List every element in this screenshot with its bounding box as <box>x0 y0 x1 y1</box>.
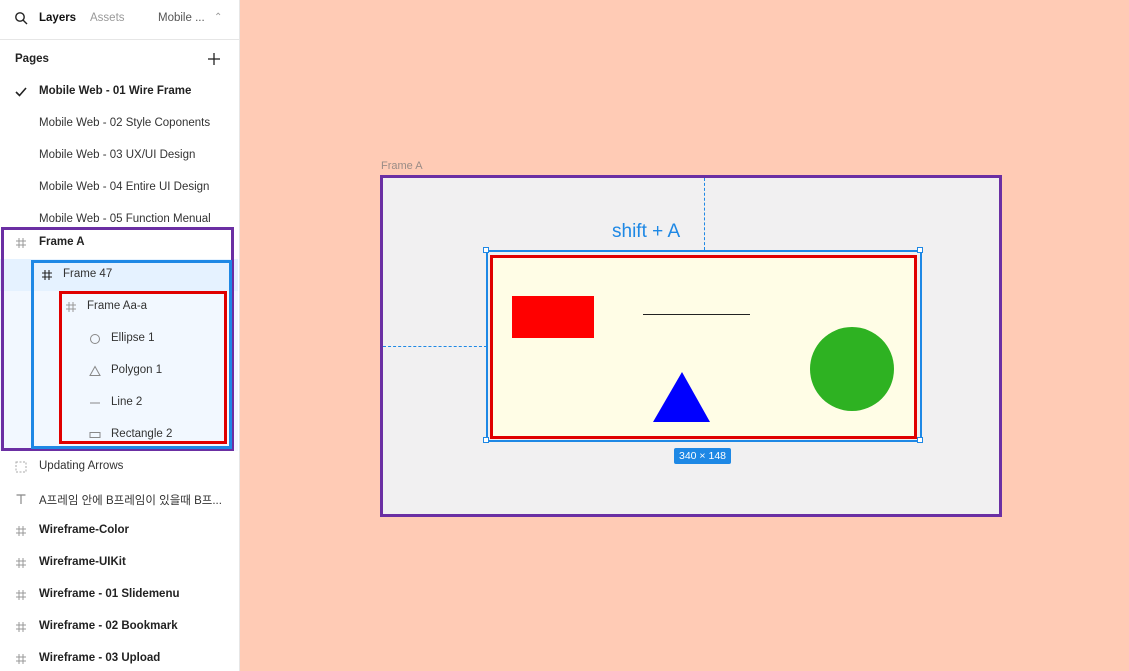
check-icon <box>15 87 27 97</box>
page-switcher[interactable]: Mobile ... <box>158 12 205 24</box>
layer-wireframe-03-upload[interactable]: Wireframe - 03 Upload <box>0 643 238 671</box>
section-icon <box>15 461 27 473</box>
page-item-05[interactable]: Mobile Web - 05 Function Menual <box>39 213 211 225</box>
layer-updating-arrows[interactable]: Updating Arrows <box>0 451 238 483</box>
resize-handle-top-right[interactable] <box>917 247 923 253</box>
page-item-02[interactable]: Mobile Web - 02 Style Coponents <box>39 117 210 129</box>
frame-a-label[interactable]: Frame A <box>381 160 423 172</box>
measure-guide-vertical <box>704 178 705 250</box>
ellipse-1-shape[interactable] <box>810 327 894 411</box>
frame-icon <box>16 622 26 632</box>
measure-guide-horizontal <box>383 346 487 347</box>
resize-handle-top-left[interactable] <box>483 247 489 253</box>
search-icon[interactable] <box>14 11 28 25</box>
frame-icon <box>16 558 26 568</box>
tab-assets[interactable]: Assets <box>90 12 125 24</box>
polygon-1-shape[interactable] <box>652 371 712 423</box>
chevron-up-icon[interactable]: ⌃ <box>214 12 222 23</box>
size-badge: 340 × 148 <box>674 448 732 464</box>
layers-panel: Layers Assets Mobile ... ⌃ Pages Mobile … <box>0 0 240 671</box>
rectangle-2-shape[interactable] <box>512 296 594 338</box>
layer-wireframe-color[interactable]: Wireframe-Color <box>0 515 238 547</box>
highlight-frame-aa-a <box>59 291 227 444</box>
line-2-shape[interactable] <box>643 314 750 315</box>
panel-header: Layers Assets Mobile ... ⌃ <box>0 0 239 40</box>
layer-wireframe-01-slidemenu[interactable]: Wireframe - 01 Slidemenu <box>0 579 238 611</box>
text-icon <box>16 494 26 504</box>
page-item-03[interactable]: Mobile Web - 03 UX/UI Design <box>39 149 195 161</box>
layer-wireframe-uikit[interactable]: Wireframe-UIKit <box>0 547 238 579</box>
page-item-01[interactable]: Mobile Web - 01 Wire Frame <box>39 85 191 97</box>
tab-layers[interactable]: Layers <box>39 12 76 24</box>
frame-icon <box>16 654 26 664</box>
frame-icon <box>16 526 26 536</box>
layer-wireframe-02-bookmark[interactable]: Wireframe - 02 Bookmark <box>0 611 238 643</box>
page-item-04[interactable]: Mobile Web - 04 Entire UI Design <box>39 181 209 193</box>
resize-handle-bottom-left[interactable] <box>483 437 489 443</box>
layer-text-note[interactable]: A프레임 안에 B프레임이 있을때 B프... <box>0 483 238 515</box>
resize-handle-bottom-right[interactable] <box>917 437 923 443</box>
add-page-icon[interactable] <box>207 52 221 66</box>
pages-section-title: Pages <box>15 53 49 65</box>
shortcut-annotation: shift + A <box>612 221 681 242</box>
frame-icon <box>16 590 26 600</box>
